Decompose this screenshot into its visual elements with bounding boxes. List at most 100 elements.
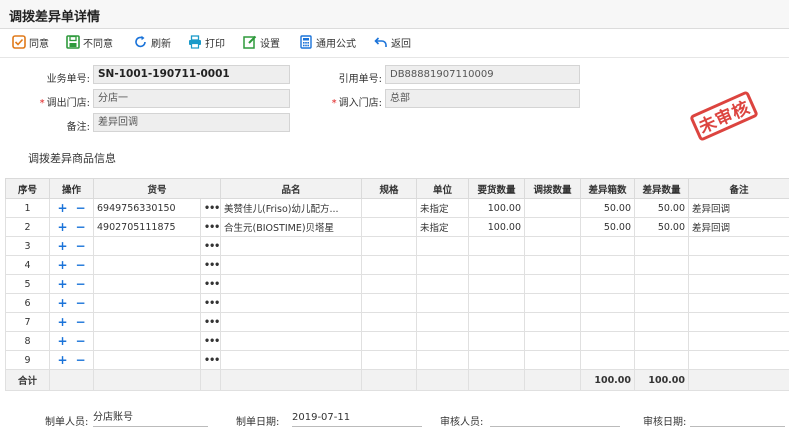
print-button[interactable]: 打印	[188, 34, 225, 50]
table-row[interactable]: 1 + −6949756330150 ••• 美赞佳儿(Friso)幼儿配方... 未指定…	[5, 198, 789, 218]
row-note[interactable]: 差异回调	[688, 217, 789, 237]
row-tr-qty[interactable]	[524, 255, 582, 275]
more-icon[interactable]: •••	[204, 279, 220, 290]
row-note[interactable]	[688, 312, 789, 332]
row-req-qty[interactable]: 100.00	[468, 198, 526, 218]
row-diff-qty[interactable]	[634, 274, 690, 294]
row-diff-qty[interactable]	[634, 312, 690, 332]
row-tr-qty[interactable]	[524, 350, 582, 370]
row-req-qty[interactable]	[468, 331, 526, 351]
row-diff-box[interactable]	[580, 350, 636, 370]
settings-button[interactable]: 设置	[243, 34, 280, 50]
row-note[interactable]	[688, 293, 789, 313]
row-diff-qty[interactable]	[634, 255, 690, 275]
add-row-icon[interactable]: +	[57, 240, 67, 252]
row-diff-box[interactable]	[580, 331, 636, 351]
row-code[interactable]	[93, 331, 201, 351]
more-icon[interactable]: •••	[204, 260, 220, 271]
formula-button[interactable]: 通用公式	[299, 34, 356, 50]
remove-row-icon[interactable]: −	[76, 335, 86, 347]
refresh-button[interactable]: 刷新	[134, 34, 171, 50]
row-diff-box[interactable]: 50.00	[580, 217, 636, 237]
in-store-field[interactable]: 总部	[385, 89, 580, 108]
table-row[interactable]: 2 + −4902705111875 ••• 合生元(BIOSTIME)贝塔星 未指定 10…	[5, 217, 789, 237]
row-req-qty[interactable]: 100.00	[468, 217, 526, 237]
add-row-icon[interactable]: +	[57, 297, 67, 309]
table-row[interactable]: 5 + − •••	[5, 274, 789, 294]
add-row-icon[interactable]: +	[57, 221, 67, 233]
row-tr-qty[interactable]	[524, 331, 582, 351]
row-note[interactable]	[688, 274, 789, 294]
remove-row-icon[interactable]: −	[76, 202, 86, 214]
table-row[interactable]: 8 + − •••	[5, 331, 789, 351]
row-req-qty[interactable]	[468, 255, 526, 275]
remove-row-icon[interactable]: −	[76, 297, 86, 309]
row-code[interactable]	[93, 236, 201, 256]
table-row[interactable]: 9 + − •••	[5, 350, 789, 370]
row-tr-qty[interactable]	[524, 217, 582, 237]
row-code[interactable]	[93, 255, 201, 275]
row-tr-qty[interactable]	[524, 274, 582, 294]
row-note[interactable]	[688, 236, 789, 256]
back-button[interactable]: 返回	[374, 34, 411, 50]
order-no-field[interactable]: SN-1001-190711-0001	[93, 65, 290, 84]
more-icon[interactable]: •••	[204, 298, 220, 309]
add-row-icon[interactable]: +	[57, 202, 67, 214]
row-diff-box[interactable]	[580, 274, 636, 294]
more-icon[interactable]: •••	[204, 222, 220, 233]
row-diff-qty[interactable]: 50.00	[634, 217, 690, 237]
more-icon[interactable]: •••	[204, 317, 220, 328]
row-tr-qty[interactable]	[524, 198, 582, 218]
row-diff-qty[interactable]	[634, 331, 690, 351]
row-req-qty[interactable]	[468, 293, 526, 313]
remove-row-icon[interactable]: −	[76, 354, 86, 366]
row-diff-qty[interactable]: 50.00	[634, 198, 690, 218]
row-req-qty[interactable]	[468, 274, 526, 294]
more-icon[interactable]: •••	[204, 336, 220, 347]
row-req-qty[interactable]	[468, 236, 526, 256]
row-tr-qty[interactable]	[524, 236, 582, 256]
row-diff-box[interactable]	[580, 255, 636, 275]
row-diff-box[interactable]	[580, 293, 636, 313]
row-code[interactable]	[93, 274, 201, 294]
table-row[interactable]: 6 + − •••	[5, 293, 789, 313]
table-row[interactable]: 3 + − •••	[5, 236, 789, 256]
row-diff-qty[interactable]	[634, 293, 690, 313]
add-row-icon[interactable]: +	[57, 278, 67, 290]
row-tr-qty[interactable]	[524, 293, 582, 313]
row-note[interactable]: 差异回调	[688, 198, 789, 218]
row-code[interactable]: 6949756330150	[93, 198, 201, 218]
table-row[interactable]: 7 + − •••	[5, 312, 789, 332]
row-req-qty[interactable]	[468, 350, 526, 370]
remove-row-icon[interactable]: −	[76, 240, 86, 252]
remark-field[interactable]: 差异回调	[93, 113, 290, 132]
row-code[interactable]	[93, 312, 201, 332]
more-icon[interactable]: •••	[204, 241, 220, 252]
disagree-button[interactable]: 不同意	[66, 34, 113, 50]
row-diff-box[interactable]: 50.00	[580, 198, 636, 218]
row-diff-qty[interactable]	[634, 236, 690, 256]
row-note[interactable]	[688, 255, 789, 275]
more-icon[interactable]: •••	[204, 203, 220, 214]
ref-no-field[interactable]: DB88881907110009	[385, 65, 580, 84]
out-store-field[interactable]: 分店一	[93, 89, 290, 108]
agree-button[interactable]: 同意	[12, 34, 49, 50]
add-row-icon[interactable]: +	[57, 259, 67, 271]
row-code[interactable]	[93, 293, 201, 313]
remove-row-icon[interactable]: −	[76, 278, 86, 290]
add-row-icon[interactable]: +	[57, 335, 67, 347]
table-row[interactable]: 4 + − •••	[5, 255, 789, 275]
row-code[interactable]	[93, 350, 201, 370]
more-icon[interactable]: •••	[204, 355, 220, 366]
row-req-qty[interactable]	[468, 312, 526, 332]
row-diff-box[interactable]	[580, 312, 636, 332]
row-code[interactable]: 4902705111875	[93, 217, 201, 237]
row-note[interactable]	[688, 350, 789, 370]
row-diff-qty[interactable]	[634, 350, 690, 370]
add-row-icon[interactable]: +	[57, 316, 67, 328]
remove-row-icon[interactable]: −	[76, 316, 86, 328]
row-tr-qty[interactable]	[524, 312, 582, 332]
remove-row-icon[interactable]: −	[76, 259, 86, 271]
remove-row-icon[interactable]: −	[76, 221, 86, 233]
add-row-icon[interactable]: +	[57, 354, 67, 366]
